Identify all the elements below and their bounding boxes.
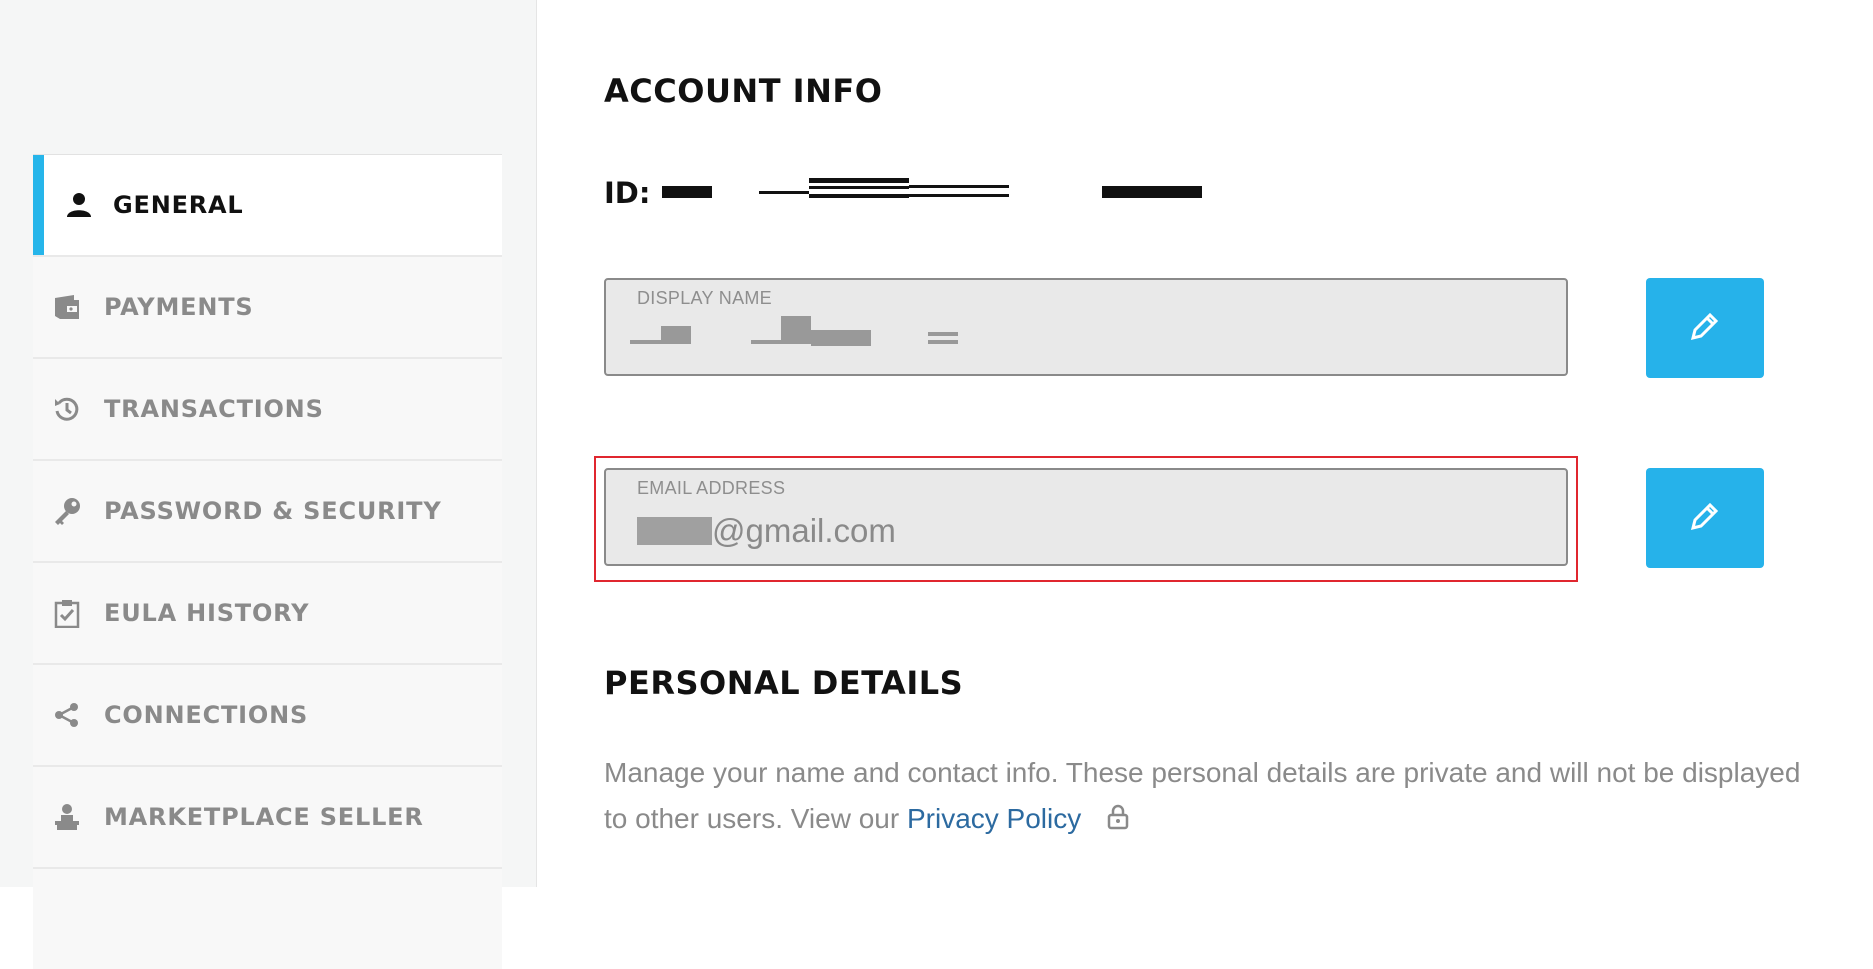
- sidebar-item-more[interactable]: [33, 869, 502, 969]
- redacted-email: [637, 517, 712, 545]
- redacted-display-name: [811, 330, 871, 346]
- email-label: EMAIL ADDRESS: [637, 478, 786, 498]
- redacted-display-name: [928, 340, 958, 344]
- redacted-id: [809, 178, 909, 183]
- sidebar-item-password-security[interactable]: PASSWORD & SECURITY: [33, 461, 502, 563]
- redacted-id: [662, 186, 712, 198]
- privacy-policy-link[interactable]: Privacy Policy: [907, 803, 1081, 834]
- display-name-label: DISPLAY NAME: [637, 288, 772, 308]
- clipboard-check-icon: [49, 595, 85, 631]
- wallet-icon: [49, 289, 85, 325]
- redacted-id: [759, 191, 809, 194]
- description-text: Manage your name and contact info. These…: [604, 757, 1801, 834]
- sidebar-item-eula-history[interactable]: EULA HISTORY: [33, 563, 502, 665]
- sidebar-item-label: CONNECTIONS: [104, 701, 309, 729]
- pencil-icon: [1688, 309, 1722, 347]
- personal-details-description: Manage your name and contact info. These…: [604, 750, 1804, 844]
- account-info-title: ACCOUNT INFO: [604, 72, 883, 110]
- account-id-label: ID:: [604, 176, 651, 210]
- display-name-field[interactable]: DISPLAY NAME: [604, 278, 1568, 376]
- active-indicator: [33, 155, 44, 255]
- user-icon: [61, 187, 97, 223]
- edit-display-name-button[interactable]: [1646, 278, 1764, 378]
- redacted-display-name: [928, 332, 958, 336]
- seller-icon: [49, 799, 85, 835]
- redacted-display-name: [661, 326, 691, 344]
- sidebar-item-label: EULA HISTORY: [104, 599, 310, 627]
- sidebar-item-marketplace-seller[interactable]: MARKETPLACE SELLER: [33, 767, 502, 869]
- personal-details-title: PERSONAL DETAILS: [604, 664, 964, 702]
- redacted-display-name: [781, 316, 811, 344]
- sidebar-item-connections[interactable]: CONNECTIONS: [33, 665, 502, 767]
- redacted-id: [809, 194, 909, 198]
- lock-icon: [1107, 798, 1129, 844]
- email-value: @gmail.com: [637, 512, 896, 550]
- redacted-id: [909, 194, 1009, 197]
- sidebar-item-label: PAYMENTS: [104, 293, 254, 321]
- redacted-id: [909, 185, 1009, 188]
- redacted-id: [809, 186, 909, 189]
- history-icon: [49, 391, 85, 427]
- sidebar-nav: GENERAL PAYMENTS TRANSACTIONS PASSWORD &…: [33, 154, 502, 969]
- sidebar-item-label: PASSWORD & SECURITY: [104, 497, 442, 525]
- edit-email-button[interactable]: [1646, 468, 1764, 568]
- sidebar-item-general[interactable]: GENERAL: [33, 155, 502, 257]
- email-field[interactable]: EMAIL ADDRESS @gmail.com: [604, 468, 1568, 566]
- sidebar-item-label: GENERAL: [113, 191, 244, 219]
- sidebar-item-label: MARKETPLACE SELLER: [104, 803, 424, 831]
- key-icon: [49, 493, 85, 529]
- pencil-icon: [1688, 499, 1722, 537]
- share-icon: [49, 697, 85, 733]
- sidebar-item-transactions[interactable]: TRANSACTIONS: [33, 359, 502, 461]
- redacted-id: [1102, 186, 1202, 198]
- email-domain: @gmail.com: [712, 512, 896, 549]
- sidebar-item-label: TRANSACTIONS: [104, 395, 324, 423]
- sidebar-item-payments[interactable]: PAYMENTS: [33, 257, 502, 359]
